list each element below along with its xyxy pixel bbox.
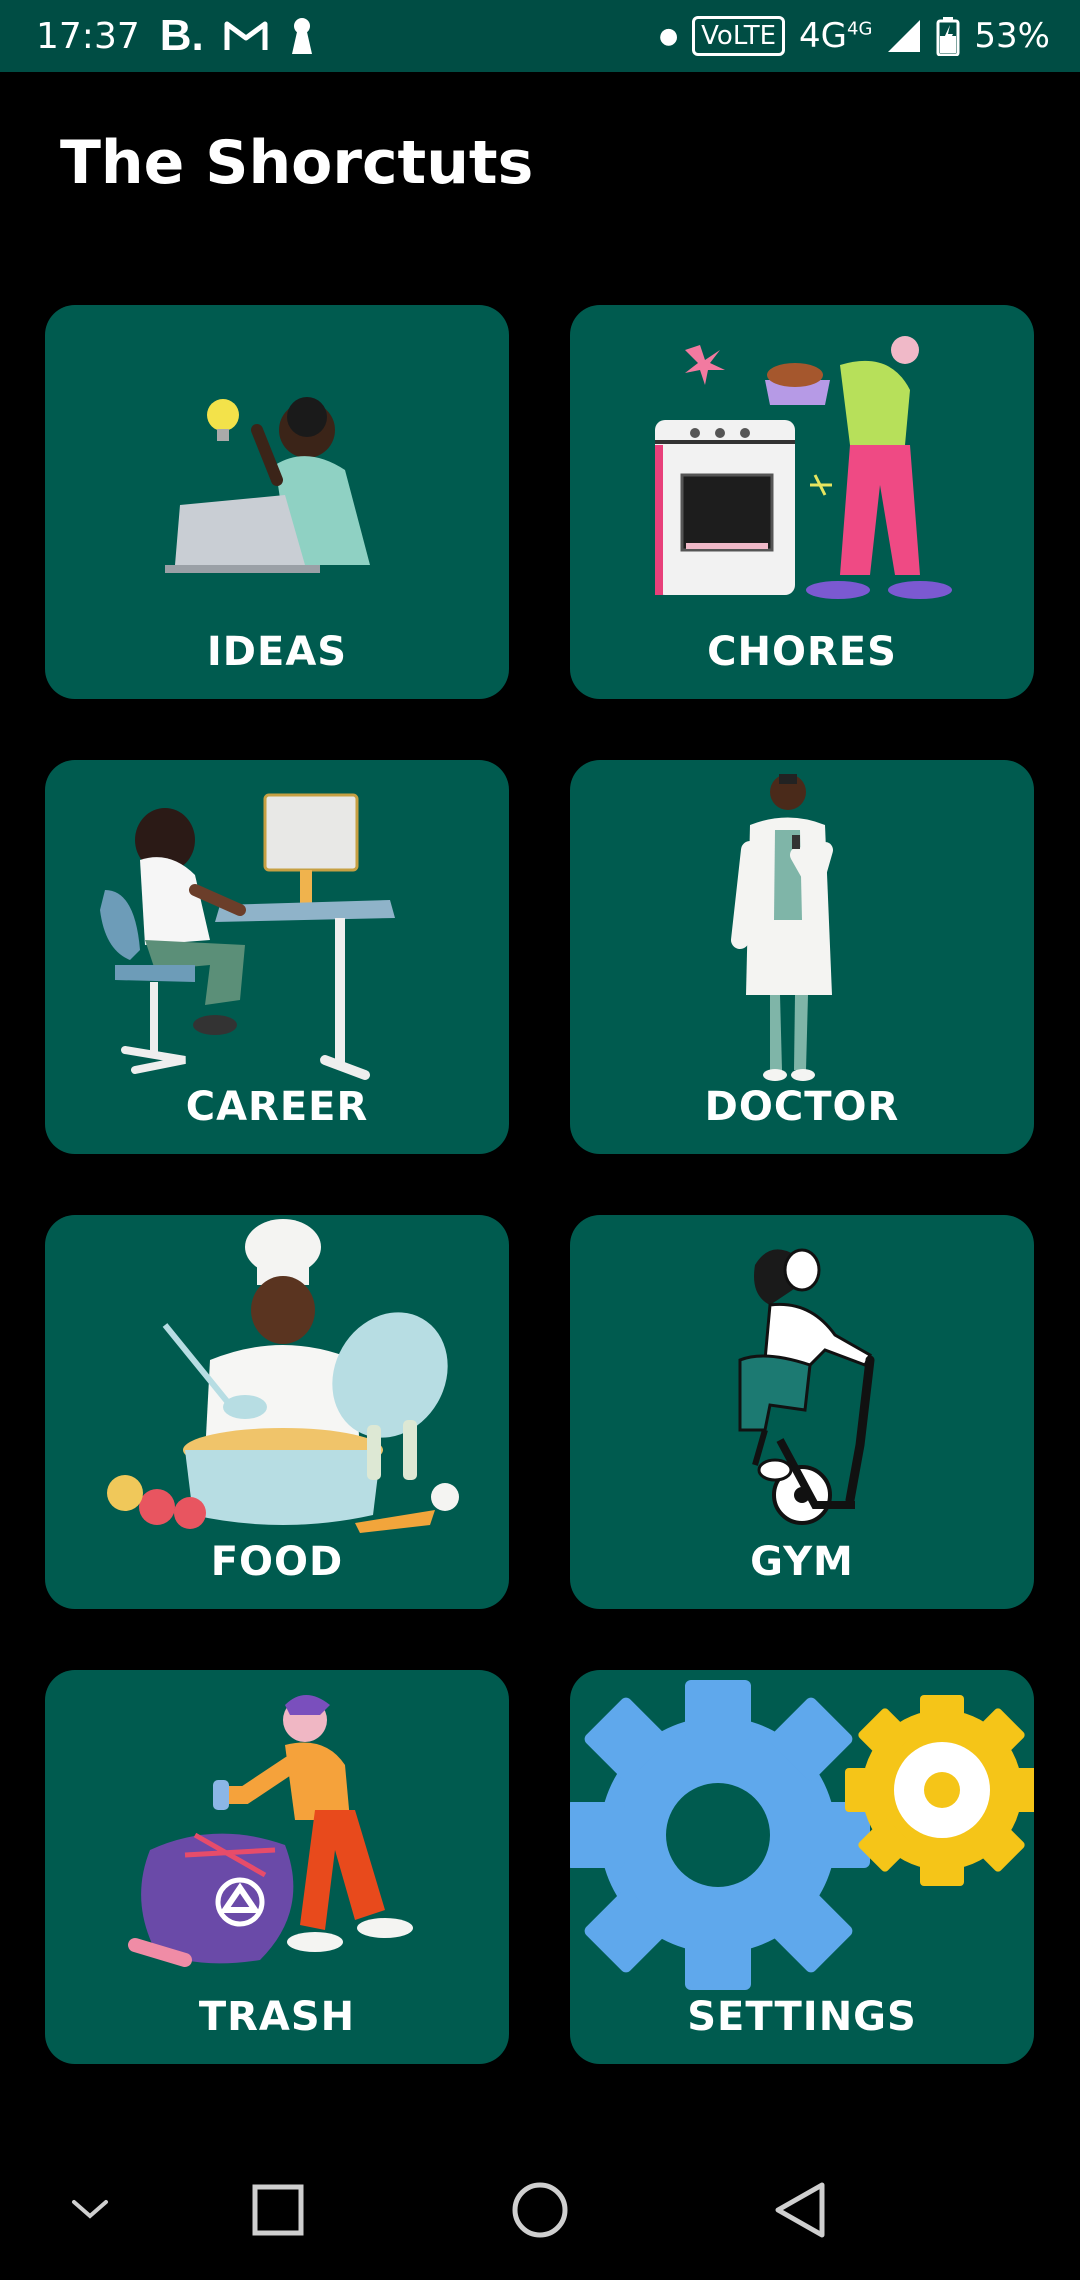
signal-icon — [888, 20, 921, 52]
tile-food-label: FOOD — [210, 1539, 344, 1585]
tile-doctor[interactable]: DOCTOR — [570, 760, 1034, 1154]
person-desk-computer-illustration — [100, 793, 395, 1080]
tile-gym[interactable]: GYM — [570, 1215, 1034, 1609]
gears-icon — [570, 1680, 1034, 1990]
tile-trash[interactable]: TRASH — [45, 1670, 509, 2064]
tile-food[interactable]: FOOD — [45, 1215, 509, 1609]
back-icon — [775, 2182, 825, 2238]
notification-dot-icon: ● — [658, 23, 679, 49]
tile-settings-label: SETTINGS — [687, 1994, 917, 2040]
network-type-label: 4G — [799, 16, 848, 56]
volte-badge: VoLTE — [692, 16, 786, 56]
tile-trash-label: TRASH — [198, 1994, 356, 2040]
battery-percent: 53% — [974, 16, 1050, 56]
person-exercise-bike-illustration — [738, 1248, 875, 1525]
tile-chores[interactable]: CHORES — [570, 305, 1034, 699]
recents-icon — [252, 2184, 304, 2236]
page-title: The Shorctuts — [60, 128, 534, 198]
status-time: 17:37 — [36, 15, 140, 57]
keyhole-icon — [291, 18, 312, 54]
battery-icon — [936, 17, 960, 56]
recents-button[interactable] — [238, 2170, 318, 2250]
person-oven-cooking-illustration — [655, 336, 952, 599]
app-badge-b: B. — [159, 11, 204, 60]
home-icon — [512, 2182, 568, 2238]
tile-career-label: CAREER — [185, 1084, 369, 1130]
tile-chores-label: CHORES — [707, 629, 897, 675]
network-type-sup: 4G — [847, 18, 873, 40]
tile-career[interactable]: CAREER — [45, 760, 509, 1154]
home-button[interactable] — [500, 2170, 580, 2250]
tile-ideas-label: IDEAS — [206, 629, 348, 675]
chef-pot-illustration — [107, 1219, 459, 1533]
back-button[interactable] — [760, 2170, 840, 2250]
network-type: 4G4G — [799, 16, 872, 56]
person-laptop-lightbulb-illustration — [165, 397, 370, 573]
collapse-button[interactable] — [50, 2170, 130, 2250]
system-nav-bar — [0, 2140, 1080, 2280]
tile-ideas[interactable]: IDEAS — [45, 305, 509, 699]
shortcut-grid: IDEAS CHORES CAREER DOCTOR FOOD GYM TRAS… — [45, 305, 1034, 2064]
person-trash-bag-illustration — [128, 1695, 413, 1967]
tile-settings[interactable]: SETTINGS — [570, 1670, 1034, 2064]
tile-doctor-label: DOCTOR — [704, 1084, 900, 1130]
gmail-icon — [224, 21, 268, 50]
doctor-illustration — [731, 774, 833, 1081]
chevron-down-icon — [72, 2200, 108, 2219]
status-bar: 17:37 B. ● VoLTE 4G4G 53% — [0, 0, 1080, 72]
tile-gym-label: GYM — [750, 1539, 854, 1585]
